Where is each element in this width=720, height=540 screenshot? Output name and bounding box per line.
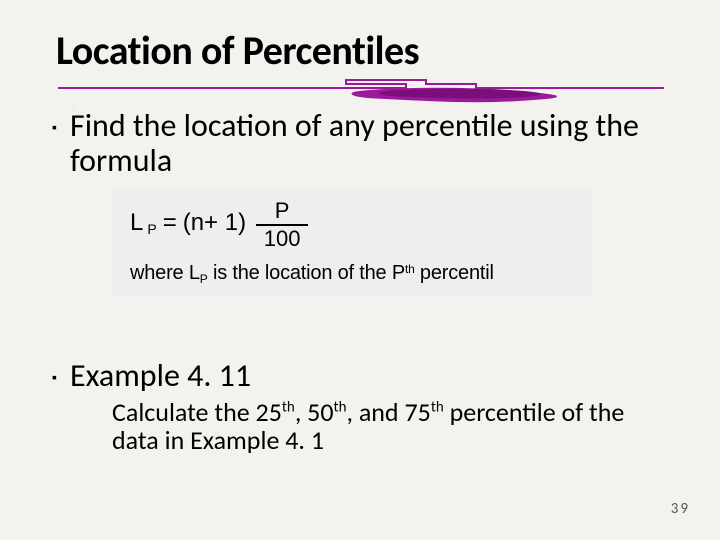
sup-th-3: th: [431, 398, 444, 416]
formula-lhs-sub: P: [147, 221, 156, 237]
example-body-a: Calculate the 25: [112, 396, 282, 428]
formula-panel: LP = (n+ 1) P 100 where LP is the locati…: [112, 188, 592, 297]
bullet-list: Find the location of any percentile usin…: [56, 109, 670, 455]
formula-n-expr: (n+ 1): [183, 209, 246, 237]
formula-desc-lp-sub: P: [200, 272, 208, 286]
example-body: Calculate the 25th, 50th, and 75th perce…: [112, 398, 670, 455]
intro-text: Find the location of any percentile usin…: [70, 109, 670, 178]
formula-desc-p-sym: P: [392, 262, 405, 284]
formula-desc-mid: is the location of the: [213, 262, 392, 284]
bullet-intro: Find the location of any percentile usin…: [70, 109, 670, 297]
formula-expression: LP = (n+ 1) P 100: [130, 198, 574, 248]
sup-th-2: th: [334, 398, 347, 416]
formula-equals: =: [163, 209, 177, 237]
bullet-example: Example 4. 11 Calculate the 25th, 50th, …: [70, 359, 670, 455]
formula-frac-den: 100: [258, 228, 307, 250]
page-title: Location of Percentiles: [56, 26, 670, 75]
formula-frac-num: P: [269, 200, 296, 222]
formula-description: where LP is the location of the Pth perc…: [130, 262, 574, 285]
sup-th-1: th: [282, 398, 295, 416]
example-body-c: , and 75: [346, 396, 430, 428]
formula-desc-lp-sym: L: [189, 262, 200, 284]
formula-desc-p-sup: th: [405, 262, 415, 276]
formula-fraction: P 100: [256, 200, 308, 250]
formula-desc-where: where: [130, 262, 183, 284]
example-heading: Example 4. 11: [70, 359, 670, 394]
slide: Location of Percentiles Find the locatio…: [0, 0, 720, 540]
page-number: 39: [671, 500, 690, 518]
formula-desc-tail: percentil: [420, 262, 494, 284]
formula-lhs-sym: L: [130, 209, 143, 237]
example-body-b: , 50: [295, 396, 334, 428]
